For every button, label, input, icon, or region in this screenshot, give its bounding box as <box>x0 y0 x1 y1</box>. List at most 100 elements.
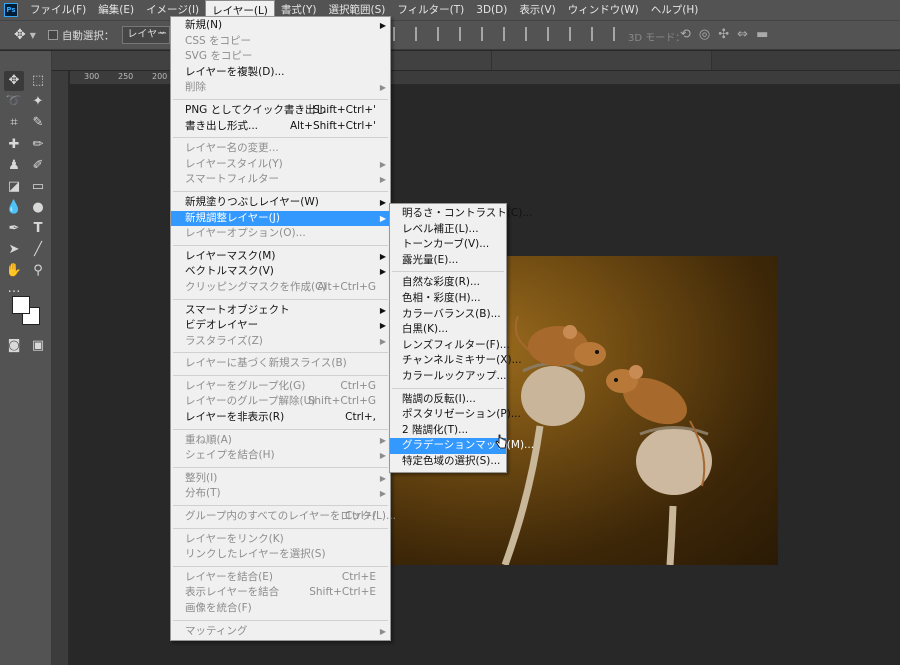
menu-separator <box>173 98 388 100</box>
layer-menu-item[interactable]: レイヤーを非表示(R) Ctrl+, <box>171 410 390 426</box>
align-icon[interactable] <box>569 27 580 41</box>
adjustment-menu-item[interactable]: レベル補正(L)... <box>390 222 506 238</box>
layer-menu-item[interactable]: 書き出し形式... Alt+Shift+Ctrl+' <box>171 119 390 135</box>
submenu-arrow-icon: ▶ <box>379 21 386 30</box>
eraser-icon[interactable]: ◪ <box>4 177 24 197</box>
adjustment-menu-item[interactable]: 白黒(K)... <box>390 322 506 338</box>
layer-menu-item: CSS をコピー <box>171 34 390 50</box>
align-icon[interactable] <box>415 27 426 41</box>
menu-help[interactable]: ヘルプ(H) <box>645 0 705 20</box>
screen-mode-icon[interactable]: ▣ <box>28 336 48 356</box>
align-icon[interactable] <box>459 27 470 41</box>
foreground-color-swatch[interactable] <box>12 296 30 314</box>
blur-icon[interactable]: 💧 <box>4 198 24 218</box>
history-brush-icon[interactable]: ✐ <box>28 156 48 176</box>
layer-menu-item[interactable]: 新規塗りつぶしレイヤー(W) ▶ <box>171 195 390 211</box>
align-icon[interactable] <box>547 27 558 41</box>
layer-menu-item-label: スマートフィルター <box>185 173 279 186</box>
adjustment-menu-item[interactable]: チャンネルミキサー(X)... <box>390 353 522 369</box>
photoshop-logo-icon[interactable]: Ps <box>4 3 18 17</box>
move-tool-icon[interactable]: ✥ <box>14 27 26 43</box>
adjustment-menu-item[interactable]: レンズフィルター(F)... <box>390 338 510 354</box>
orbit-3d-icon[interactable]: ⟲ <box>680 27 691 42</box>
menu-window[interactable]: ウィンドウ(W) <box>562 0 645 20</box>
align-icon[interactable] <box>503 27 514 41</box>
magic-wand-icon[interactable]: ✦ <box>28 92 48 112</box>
layer-menu-item[interactable]: PNG としてクイック書き出し Shift+Ctrl+' <box>171 103 390 119</box>
layer-menu-item-label: スマートオブジェクト <box>185 303 290 316</box>
align-icon[interactable] <box>525 27 536 41</box>
layer-menu-item[interactable]: レイヤーを複製(D)... <box>171 65 390 81</box>
align-icon[interactable] <box>591 27 602 41</box>
adjustment-menu-item-label: 明るさ・コントラスト(C)... <box>402 207 533 219</box>
adjustment-menu-item[interactable]: グラデーションマップ(M)... <box>390 438 534 454</box>
shortcut-label: Ctrl+/ <box>344 510 376 523</box>
layer-menu-item-label: レイヤーをグループ化(G) <box>185 379 306 392</box>
menu-3d[interactable]: 3D(D) <box>470 0 513 20</box>
layer-menu-item-label: リンクしたレイヤーを選択(S) <box>185 548 326 561</box>
menu-file[interactable]: ファイル(F) <box>24 0 92 20</box>
align-icon[interactable] <box>481 27 492 41</box>
layer-menu-item[interactable]: スマートオブジェクト ▶ <box>171 303 390 319</box>
line-icon[interactable]: ╱ <box>28 240 48 260</box>
submenu-arrow-icon: ▶ <box>379 197 386 207</box>
menu-filter[interactable]: フィルター(T) <box>391 0 470 20</box>
scale-3d-icon[interactable]: ▬ <box>756 27 768 42</box>
lasso-icon[interactable]: ➰ <box>4 92 24 112</box>
ruler-tick: 200 <box>152 72 168 81</box>
align-icon[interactable] <box>437 27 448 41</box>
quick-mask-icon[interactable]: ◙ <box>4 336 24 356</box>
menu-separator <box>173 137 388 139</box>
marquee-icon[interactable]: ⬚ <box>28 71 48 91</box>
healing-brush-icon[interactable]: ✚ <box>4 135 24 155</box>
layer-menu-item: レイヤースタイル(Y) ▶ <box>171 157 390 173</box>
adjustment-menu-item[interactable]: 階調の反転(I)... <box>390 392 506 408</box>
auto-select-dropdown[interactable]: レイヤー <box>122 24 171 44</box>
layer-menu-item[interactable]: 新規調整レイヤー(J) ▶ <box>171 210 390 227</box>
brush-icon[interactable]: ✏ <box>28 135 48 155</box>
roll-3d-icon[interactable]: ◎ <box>699 27 710 42</box>
document-tab[interactable] <box>492 51 712 70</box>
auto-select-checkbox[interactable] <box>47 30 58 40</box>
align-icon[interactable] <box>393 27 404 41</box>
type-icon[interactable]: T <box>28 219 48 239</box>
adjustment-menu-item[interactable]: トーンカーブ(V)... <box>390 237 506 253</box>
adjustment-menu-item[interactable]: ポスタリゼーション(P)... <box>390 407 521 423</box>
clone-stamp-icon[interactable]: ♟ <box>4 156 24 176</box>
pan-3d-icon[interactable]: ✣ <box>718 27 729 42</box>
slide-3d-icon[interactable]: ⇔ <box>737 27 748 42</box>
adjustment-menu-item[interactable]: カラールックアップ... <box>390 369 507 385</box>
zoom-icon[interactable]: ⚲ <box>28 261 48 281</box>
submenu-arrow-icon: ▶ <box>379 435 386 445</box>
layer-menu-item-label: 整列(I) <box>185 471 218 484</box>
layer-menu-item: レイヤーに基づく新規スライス(B) <box>171 356 390 372</box>
adjustment-menu-item-label: ポスタリゼーション(P)... <box>402 408 521 421</box>
adjustment-menu-item[interactable]: 2 階調化(T)... <box>390 423 506 439</box>
adjustment-menu-item[interactable]: 特定色域の選択(S)... <box>390 454 506 470</box>
layer-menu-item[interactable]: レイヤーマスク(M) ▶ <box>171 249 390 265</box>
adjustment-menu-item[interactable]: カラーバランス(B)... <box>390 307 506 323</box>
eyedropper-icon[interactable]: ✎ <box>28 113 48 133</box>
layer-menu-item: レイヤーオプション(O)... <box>171 226 390 242</box>
path-selection-icon[interactable]: ➤ <box>4 240 24 260</box>
crop-icon[interactable]: ⌗ <box>4 113 24 133</box>
move-icon[interactable]: ✥ <box>4 71 24 91</box>
layer-menu-item[interactable]: ビデオレイヤー ▶ <box>171 318 390 334</box>
submenu-arrow-icon: ▶ <box>379 321 386 331</box>
vertical-ruler[interactable] <box>52 71 69 665</box>
layer-menu-item[interactable]: ベクトルマスク(V) ▶ <box>171 264 390 280</box>
align-icon[interactable] <box>613 27 624 41</box>
pen-icon[interactable]: ✒ <box>4 219 24 239</box>
hand-icon[interactable]: ✋ <box>4 261 24 281</box>
chevron-down-icon[interactable]: ▼ <box>30 31 36 40</box>
dodge-icon[interactable]: ● <box>28 198 48 218</box>
adjustment-menu-item[interactable]: 露光量(E)... <box>390 253 506 269</box>
adjustment-menu-item[interactable]: 自然な彩度(R)... <box>390 275 506 291</box>
menu-view[interactable]: 表示(V) <box>513 0 561 20</box>
gradient-icon[interactable]: ▭ <box>28 177 48 197</box>
adjustment-menu-item[interactable]: 色相・彩度(H)... <box>390 291 506 307</box>
layer-menu-item-label: 新規塗りつぶしレイヤー(W) <box>185 195 319 208</box>
menu-edit[interactable]: 編集(E) <box>92 0 140 20</box>
layer-menu-item[interactable]: 新規(N) ▶ <box>171 18 390 34</box>
adjustment-menu-item[interactable]: 明るさ・コントラスト(C)... <box>390 206 532 222</box>
